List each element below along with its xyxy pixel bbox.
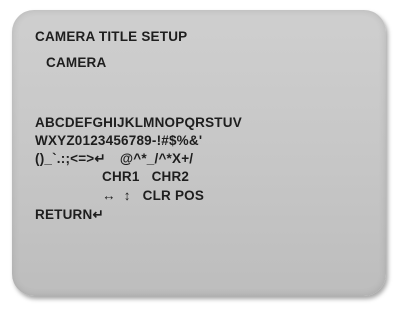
char-row-2[interactable]: WXYZ0123456789-!#$%&' [35, 132, 202, 149]
cursor-ud-icon[interactable]: ↕ [124, 188, 131, 203]
char-row-3-symbols[interactable]: ()_`.:;<=>↵ [35, 151, 106, 166]
cursor-row: ↔ ↕ CLR POS [102, 187, 204, 204]
cursor-lr-icon[interactable]: ↔ [102, 188, 116, 203]
menu-title: CAMERA TITLE SETUP [35, 29, 188, 44]
charset-row: CHR1 CHR2 [102, 168, 189, 185]
osd-screen: CAMERA TITLE SETUP CAMERA ABCDEFGHIJKLMN… [12, 10, 386, 296]
char-row-1[interactable]: ABCDEFGHIJKLMNOPQRSTUV [35, 114, 242, 131]
camera-title-field[interactable]: CAMERA [46, 54, 106, 71]
char-row-3-special[interactable]: @^*_/^*X+/ [120, 151, 193, 166]
chr1-option[interactable]: CHR1 [102, 169, 140, 184]
chr2-option[interactable]: CHR2 [152, 169, 190, 184]
clear-position-option[interactable]: CLR POS [143, 188, 204, 203]
char-row-3: ()_`.:;<=>↵ @^*_/^*X+/ [35, 150, 193, 167]
return-option[interactable]: RETURN↵ [35, 206, 104, 223]
